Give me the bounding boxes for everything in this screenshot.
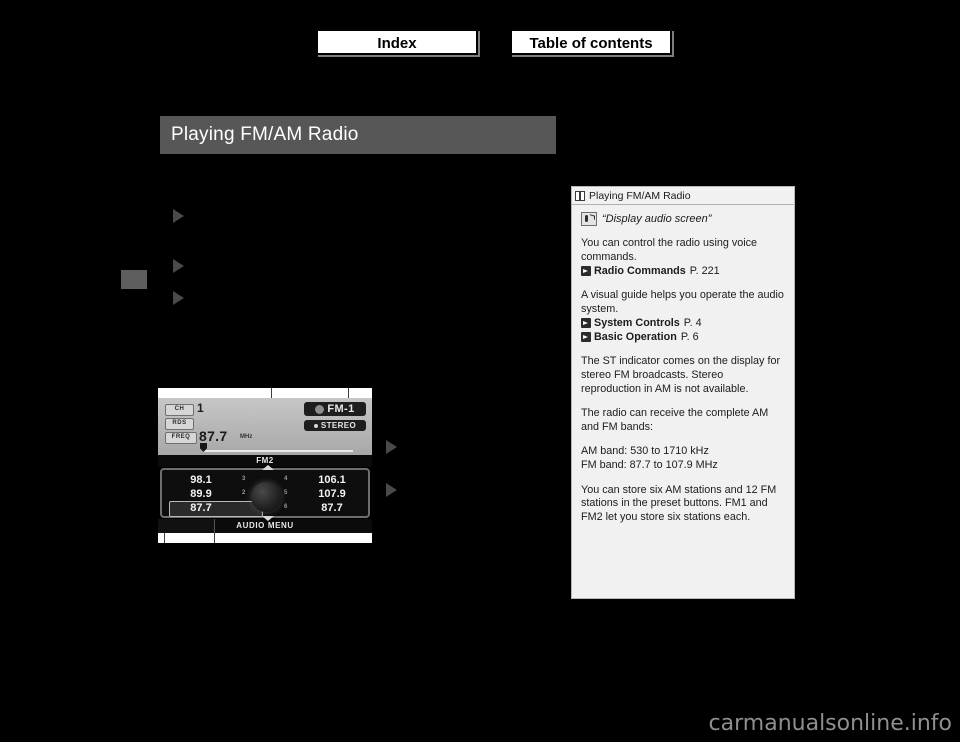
reference-page: P. 6 (680, 331, 699, 344)
reference-title: System Controls (594, 317, 680, 330)
voice-command-icon (581, 212, 597, 226)
band-indicator-label: FM-1 (327, 403, 355, 415)
fm-band-range: FM band: 87.7 to 107.9 MHz (581, 458, 718, 471)
note-block-visual-guide: A visual guide helps you operate the aud… (581, 289, 785, 344)
preset-frequency[interactable]: 98.1 (170, 474, 232, 486)
stereo-indicator-label: STEREO (320, 421, 357, 430)
note-paragraph-presets: You can store six AM stations and 12 FM … (581, 483, 777, 523)
figure-top-strip (158, 388, 372, 398)
page-title-banner: Playing FM/AM Radio (160, 116, 556, 154)
page-title: Playing FM/AM Radio (171, 124, 359, 145)
reference-arrow-icon (581, 332, 591, 343)
bullet-arrow-icon (386, 440, 397, 454)
frequency-unit: MHz (240, 434, 253, 440)
ch-tag: CH (165, 404, 194, 416)
watermark-text: carmanualsonline.info (708, 711, 952, 736)
preset-frequency[interactable]: 87.7 (170, 502, 232, 514)
preset-frequency[interactable]: 87.7 (301, 502, 363, 514)
channel-number: 1 (197, 401, 204, 415)
band-indicator-badge: FM-1 (304, 402, 366, 416)
reference-page: P. 221 (689, 265, 720, 278)
bullet-arrow-icon (173, 259, 184, 273)
note-paragraph: A visual guide helps you operate the aud… (581, 289, 784, 315)
audio-menu-divider (158, 519, 215, 533)
cross-reference-basic-operation[interactable]: Basic Operation P. 6 (581, 330, 785, 344)
preset-buttons-panel: 98.1 89.9 87.7 106.1 107.9 87.7 3 2 4 5 … (160, 468, 370, 518)
bullet-arrow-icon (173, 209, 184, 223)
side-panel-header: Playing FM/AM Radio (572, 187, 794, 205)
side-note-panel: Playing FM/AM Radio “Display audio scree… (571, 186, 795, 599)
stereo-indicator-badge: STEREO (304, 420, 366, 431)
top-navigation-bar: Index Table of contents (0, 29, 960, 59)
tuning-knob[interactable] (251, 482, 281, 512)
am-band-range: AM band: 530 to 1710 kHz (581, 445, 709, 458)
rds-tag: RDS (165, 418, 194, 430)
reference-arrow-icon (581, 318, 591, 329)
bullet-arrow-icon (173, 291, 184, 305)
triangle-up-icon (262, 465, 274, 470)
frequency-value: 87.7 (199, 428, 228, 444)
preset-number: 5 (284, 490, 288, 496)
bullet-arrow-icon (386, 483, 397, 497)
note-book-icon (575, 190, 585, 201)
chapter-tab-marker (121, 270, 147, 289)
cross-reference-system-controls[interactable]: System Controls P. 4 (581, 316, 785, 330)
band-dot-icon (315, 404, 325, 414)
preset-frequency[interactable]: 89.9 (170, 488, 232, 500)
reference-page: P. 4 (683, 317, 702, 330)
figure-bottom-strip (158, 533, 372, 543)
preset-number: 3 (242, 476, 246, 482)
radio-info-display: CH RDS FREQ 1 87.7 MHz FM-1 STEREO (158, 398, 372, 455)
band-range-block: AM band: 530 to 1710 kHz FM band: 87.7 t… (581, 445, 785, 472)
index-button[interactable]: Index (316, 29, 478, 55)
callout-leader-line (164, 533, 165, 543)
reference-title: Radio Commands (594, 265, 686, 278)
preset-number: 6 (284, 504, 288, 510)
callout-leader-line (214, 533, 215, 543)
triangle-down-icon (262, 516, 274, 521)
preset-number: 2 (242, 490, 246, 496)
note-paragraph: You can control the radio using voice co… (581, 237, 758, 263)
voice-command-row: “Display audio screen” (581, 212, 785, 226)
radio-display-illustration: CH RDS FREQ 1 87.7 MHz FM-1 STEREO FM2 9… (158, 388, 372, 543)
preset-frequency[interactable]: 107.9 (301, 488, 363, 500)
band-strip-label: FM2 (256, 456, 274, 465)
voice-command-text: “Display audio screen” (602, 213, 712, 225)
reference-title: Basic Operation (594, 331, 677, 344)
freq-tag: FREQ (165, 432, 197, 444)
tuner-scale-bar (203, 450, 353, 452)
stereo-dot-icon (313, 423, 318, 428)
table-of-contents-button[interactable]: Table of contents (510, 29, 672, 55)
side-panel-title: Playing FM/AM Radio (589, 189, 691, 202)
preset-number: 4 (284, 476, 288, 482)
cross-reference-radio-commands[interactable]: Radio Commands P. 221 (581, 264, 785, 278)
side-panel-body: “Display audio screen” You can control t… (572, 205, 794, 524)
preset-frequency[interactable]: 106.1 (301, 474, 363, 486)
note-paragraph-st-indicator: The ST indicator comes on the display fo… (581, 355, 781, 395)
note-block-radio-commands: You can control the radio using voice co… (581, 237, 785, 278)
note-paragraph-bands: The radio can receive the complete AM an… (581, 407, 769, 433)
reference-arrow-icon (581, 266, 591, 277)
